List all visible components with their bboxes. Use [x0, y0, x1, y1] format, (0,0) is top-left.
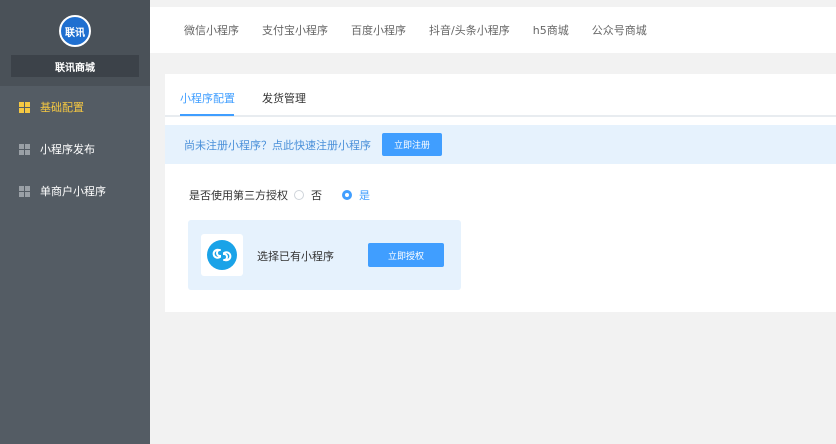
logo: 联讯	[59, 15, 91, 47]
tab-h5[interactable]: h5商城	[533, 22, 569, 38]
brand-name: 联讯商城	[11, 55, 139, 77]
third-party-auth-row: 是否使用第三方授权 否 是	[189, 187, 390, 203]
sidebar-item-label: 单商户小程序	[40, 185, 106, 198]
sub-tabs: 小程序配置 发货管理	[165, 74, 836, 117]
top-nav: 微信小程序 支付宝小程序 百度小程序 抖音/头条小程序 h5商城 公众号商城	[150, 7, 836, 53]
sidebar-item-basic-config[interactable]: 基础配置	[0, 87, 150, 127]
radio-circle	[294, 190, 304, 200]
grid-icon	[19, 185, 30, 197]
register-notice: 尚未注册小程序？点此快速注册小程序 立即注册	[165, 125, 836, 164]
sidebar-item-label: 基础配置	[40, 101, 84, 114]
tab-wechat[interactable]: 微信小程序	[184, 22, 239, 38]
radio-label: 是	[359, 189, 370, 202]
tab-baidu[interactable]: 百度小程序	[351, 22, 406, 38]
tab-alipay[interactable]: 支付宝小程序	[262, 22, 328, 38]
mini-program-icon	[207, 240, 237, 270]
tab-official-account[interactable]: 公众号商城	[592, 22, 647, 38]
sidebar-header: 联讯 联讯商城	[0, 0, 150, 86]
radio-circle	[342, 190, 352, 200]
sidebar: 联讯 联讯商城 基础配置 小程序发布 单商户小程序	[0, 0, 150, 444]
register-button[interactable]: 立即注册	[382, 133, 442, 156]
mini-program-icon-container	[201, 234, 243, 276]
sidebar-item-label: 小程序发布	[40, 143, 95, 156]
third-party-auth-label: 是否使用第三方授权	[189, 189, 288, 202]
tab-douyin[interactable]: 抖音/头条小程序	[429, 22, 510, 38]
radio-yes[interactable]: 是	[342, 187, 370, 203]
grid-icon	[19, 101, 30, 113]
sidebar-item-publish[interactable]: 小程序发布	[0, 129, 150, 169]
authorize-button[interactable]: 立即授权	[368, 243, 444, 267]
radio-label: 否	[311, 189, 322, 202]
select-existing-miniprogram-text: 选择已有小程序	[257, 250, 334, 263]
tab-shipping-management[interactable]: 发货管理	[262, 90, 306, 106]
radio-no[interactable]: 否	[294, 187, 322, 203]
active-tab-indicator	[180, 114, 234, 116]
tab-miniprogram-config[interactable]: 小程序配置	[180, 90, 235, 106]
existing-miniprogram-box: 选择已有小程序 立即授权	[188, 220, 461, 290]
notice-text[interactable]: 尚未注册小程序？点此快速注册小程序	[184, 137, 371, 153]
grid-icon	[19, 143, 30, 155]
content-card: 小程序配置 发货管理 尚未注册小程序？点此快速注册小程序 立即注册 是否使用第三…	[165, 74, 836, 312]
sidebar-item-single-merchant[interactable]: 单商户小程序	[0, 171, 150, 211]
